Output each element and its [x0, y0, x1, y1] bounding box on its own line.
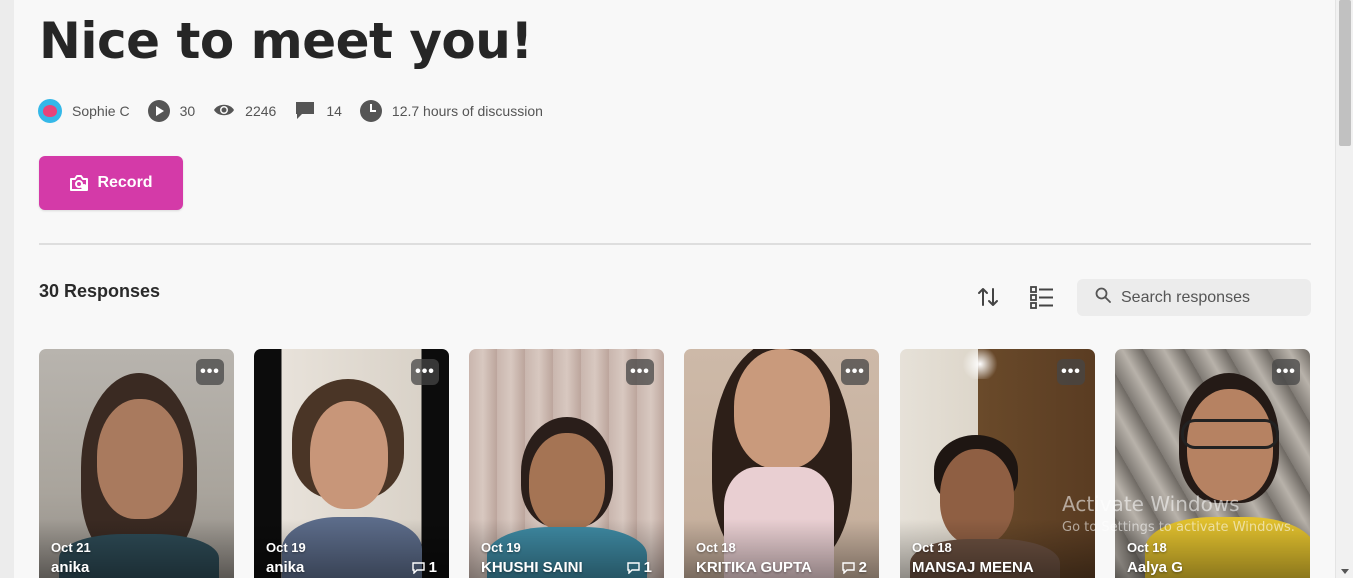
card-date: Oct 19 — [266, 540, 306, 555]
list-view-icon[interactable] — [1029, 284, 1055, 310]
card-date: Oct 21 — [51, 540, 91, 555]
video-thumbnail-detail — [960, 349, 1000, 379]
card-comment-count: 1 — [626, 559, 652, 576]
page: Nice to meet you! Sophie C 30 2246 14 12… — [14, 0, 1335, 578]
video-thumbnail-detail — [97, 399, 183, 519]
card-name: KRITIKA GUPTA — [696, 559, 812, 576]
video-thumbnail-detail — [529, 433, 605, 531]
search-icon — [1095, 287, 1111, 308]
views-stat: 2246 — [213, 102, 276, 121]
video-thumbnail-detail — [310, 401, 388, 509]
discussion-stat: 12.7 hours of discussion — [359, 100, 543, 122]
comments-stat-value: 14 — [326, 103, 342, 119]
author[interactable]: Sophie C — [38, 99, 130, 123]
response-grid: ••• Oct 21 anika ••• Oct 19 anika 1 ••• … — [39, 349, 1311, 578]
more-options-button[interactable]: ••• — [411, 359, 439, 385]
responses-heading: 30 Responses — [39, 281, 161, 301]
card-comments: 2 — [858, 559, 867, 576]
views-stat-value: 2246 — [245, 103, 277, 119]
video-thumbnail-detail — [1181, 419, 1279, 449]
comment-icon — [841, 561, 855, 574]
record-button-label: Record — [97, 174, 153, 191]
video-thumbnail-detail — [734, 349, 830, 469]
response-card[interactable]: ••• Oct 19 KHUSHI SAINI 1 — [469, 349, 664, 578]
more-options-button[interactable]: ••• — [841, 359, 869, 385]
card-name: Aalya G — [1127, 559, 1183, 576]
search-box[interactable] — [1077, 279, 1311, 316]
search-input[interactable] — [1121, 288, 1301, 307]
responses-stat-value: 30 — [179, 103, 196, 119]
vertical-scrollbar[interactable] — [1335, 0, 1353, 578]
response-card[interactable]: ••• Oct 19 anika 1 — [254, 349, 449, 578]
comment-icon — [294, 100, 316, 123]
card-comment-count: 1 — [411, 559, 437, 576]
sort-icon[interactable] — [975, 284, 1001, 310]
card-comments: 1 — [643, 559, 652, 576]
card-date: Oct 18 — [696, 540, 736, 555]
response-card[interactable]: ••• Oct 18 KRITIKA GUPTA 2 — [684, 349, 879, 578]
left-edge — [0, 0, 14, 578]
more-options-button[interactable]: ••• — [1057, 359, 1085, 385]
card-comment-count: 2 — [841, 559, 867, 576]
play-icon — [147, 100, 170, 122]
divider — [39, 243, 1311, 245]
comment-icon — [411, 561, 425, 574]
comment-icon — [626, 561, 640, 574]
avatar — [38, 99, 62, 123]
card-name: anika — [51, 559, 90, 576]
card-comments: 1 — [428, 559, 437, 576]
card-name: anika — [266, 559, 305, 576]
responses-stat: 30 — [147, 100, 196, 122]
card-date: Oct 18 — [1127, 540, 1167, 555]
scroll-down-icon[interactable] — [1341, 569, 1349, 574]
author-name: Sophie C — [72, 103, 130, 119]
response-card[interactable]: ••• Oct 18 Aalya G — [1115, 349, 1310, 578]
card-name: KHUSHI SAINI — [481, 559, 583, 576]
topic-meta: Sophie C 30 2246 14 12.7 hours of discus… — [38, 98, 561, 124]
card-date: Oct 19 — [481, 540, 521, 555]
card-date: Oct 18 — [912, 540, 952, 555]
camera-icon — [69, 174, 89, 192]
response-card[interactable]: ••• Oct 21 anika — [39, 349, 234, 578]
record-button[interactable]: Record — [39, 156, 183, 210]
eye-icon — [213, 102, 235, 121]
more-options-button[interactable]: ••• — [196, 359, 224, 385]
comments-stat: 14 — [294, 100, 342, 123]
response-card[interactable]: ••• Oct 18 MANSAJ MEENA — [900, 349, 1095, 578]
scrollbar-thumb[interactable] — [1339, 0, 1351, 146]
discussion-stat-value: 12.7 hours of discussion — [391, 103, 543, 119]
more-options-button[interactable]: ••• — [626, 359, 654, 385]
more-options-button[interactable]: ••• — [1272, 359, 1300, 385]
card-name: MANSAJ MEENA — [912, 559, 1034, 576]
page-title: Nice to meet you! — [39, 12, 533, 70]
clock-icon — [359, 100, 382, 122]
